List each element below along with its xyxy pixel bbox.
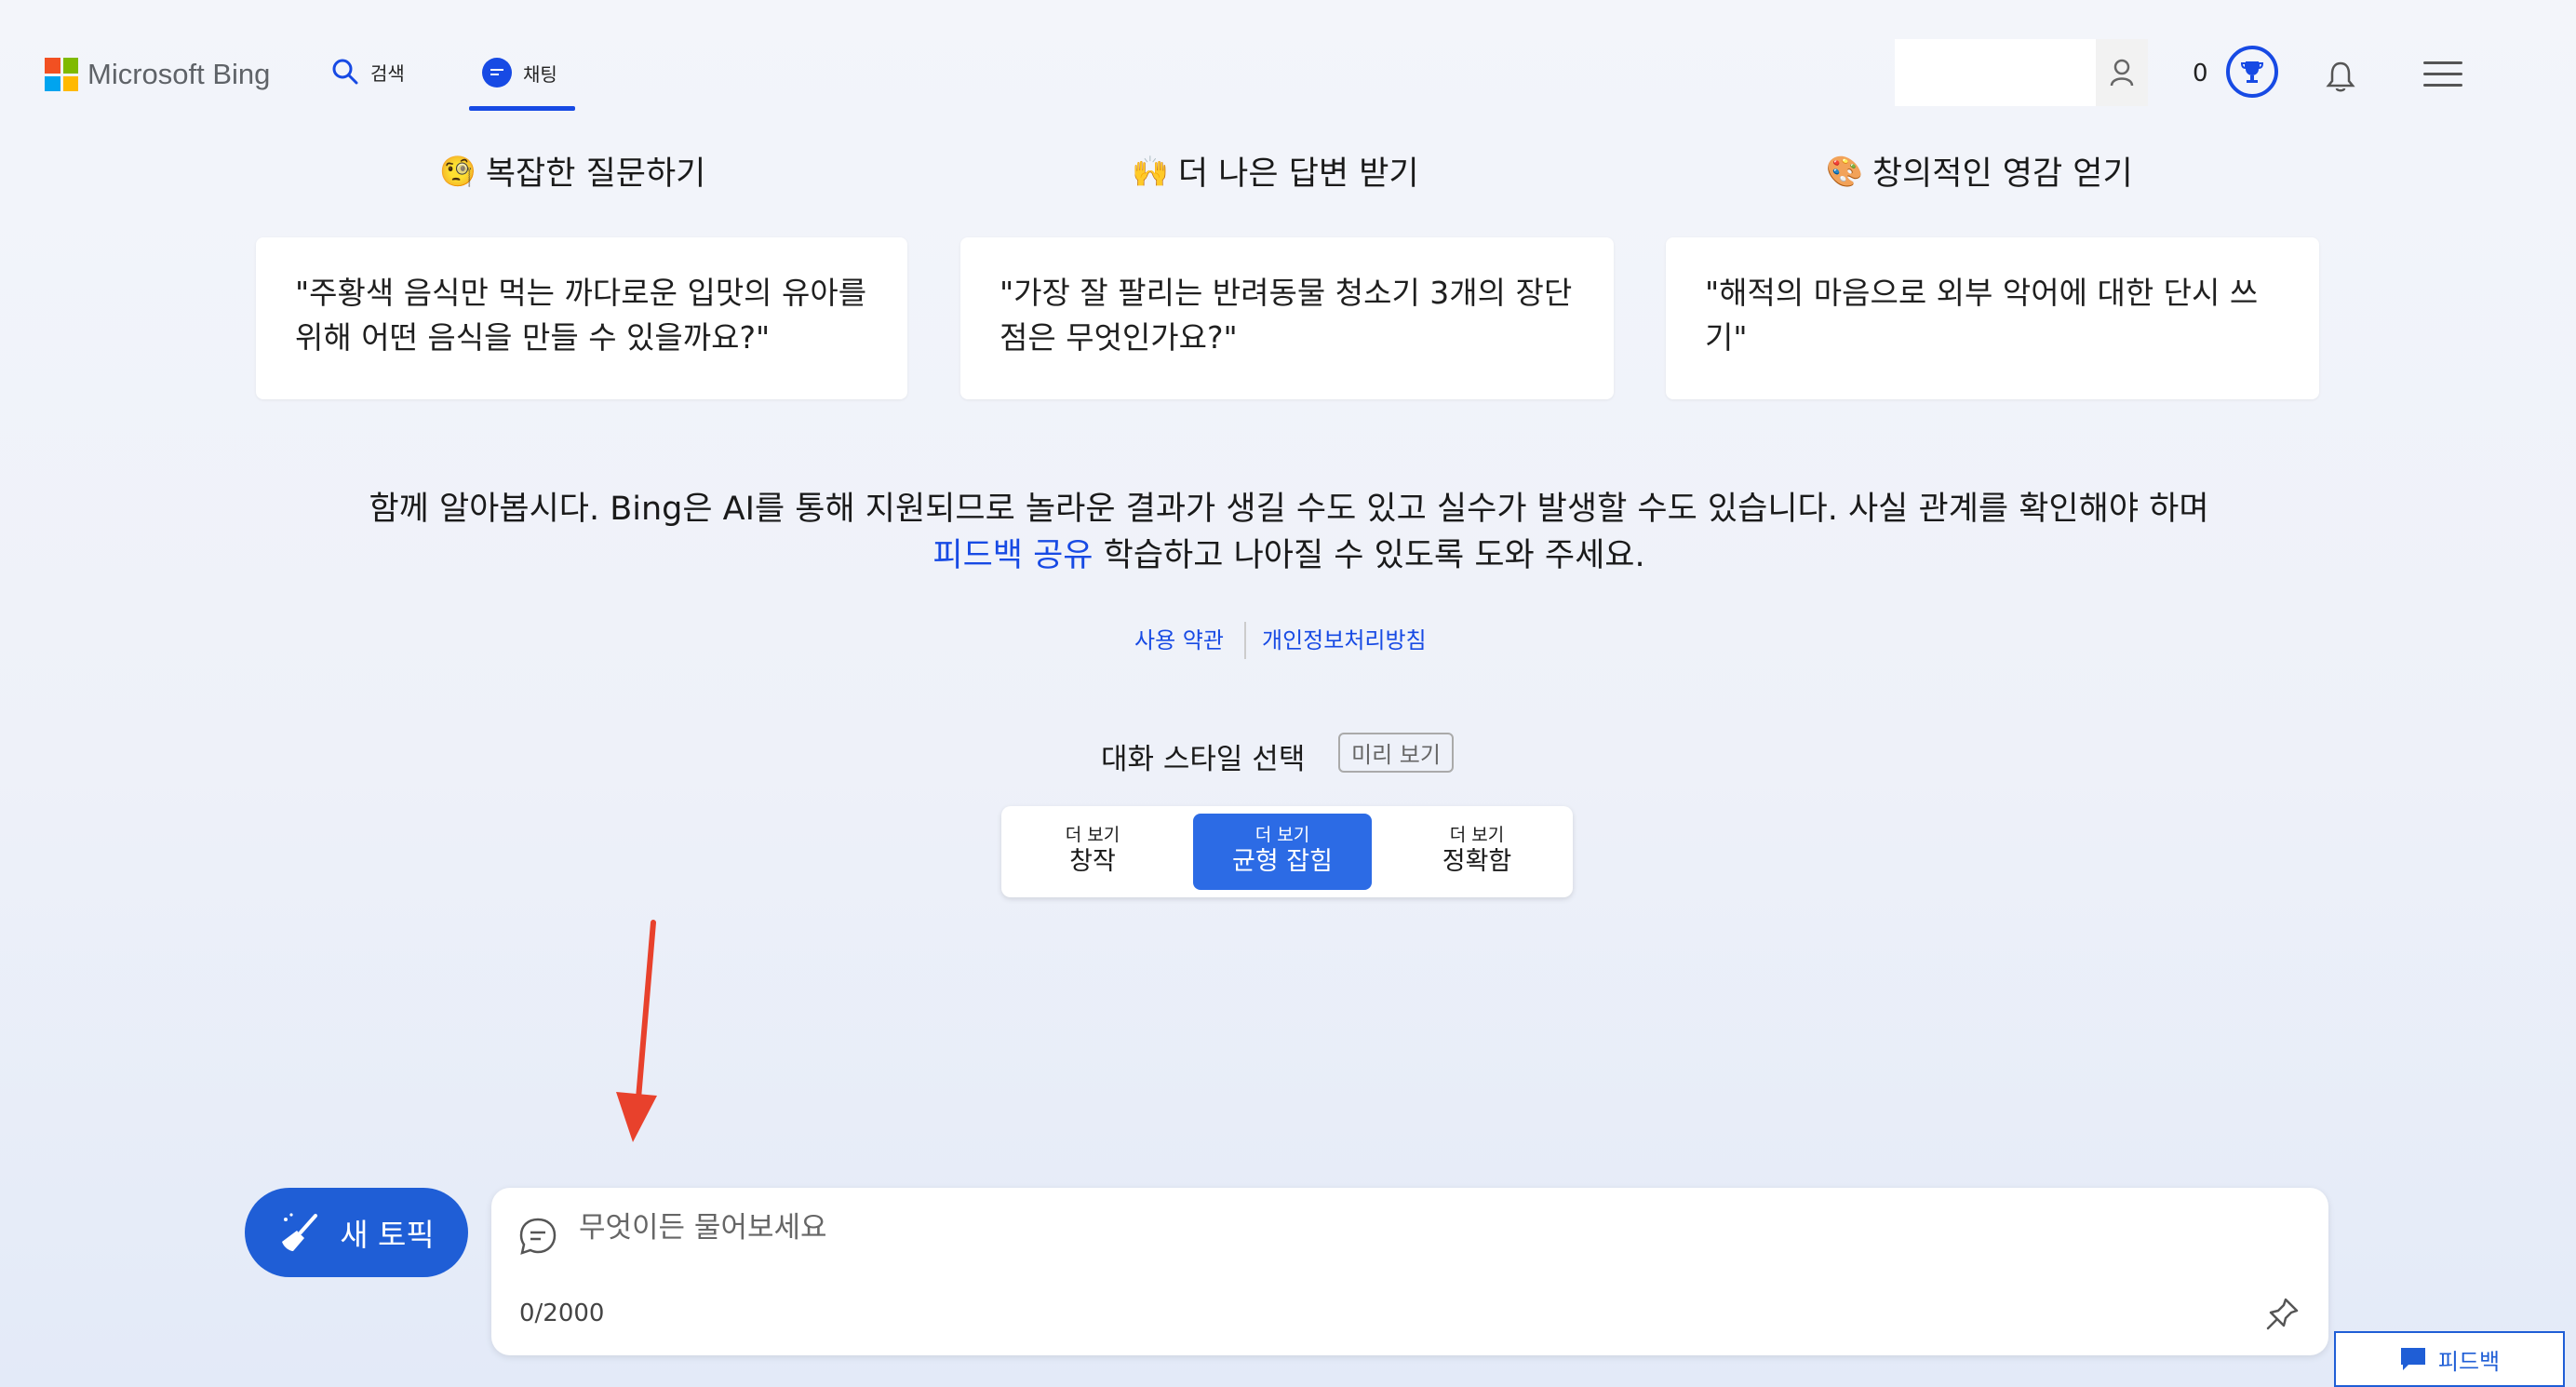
example-heading-3: 🎨 창의적인 영감 얻기 [1826, 147, 2133, 195]
example-prompt-1: "주황색 음식만 먹는 까다로운 입맛의 유아를 위해 어떤 음식을 만들 수 … [295, 275, 867, 356]
example-prompt-card-1[interactable]: "주황색 음식만 먹는 까다로운 입맛의 유아를 위해 어떤 음식을 만들 수 … [256, 237, 907, 399]
style-option-creative-label: 창작 [1069, 847, 1116, 876]
notifications-button[interactable] [2325, 60, 2356, 97]
example-heading-3-label: 창의적인 영감 얻기 [1872, 155, 2133, 193]
new-topic-label: 새 토픽 [340, 1217, 435, 1253]
style-option-creative-more: 더 보기 [1065, 825, 1120, 845]
style-option-balanced-label: 균형 잡힘 [1232, 847, 1333, 876]
bing-logo[interactable]: Microsoft Bing [45, 58, 270, 91]
raised-hands-icon: 🙌 [1132, 153, 1169, 189]
legal-divider [1244, 622, 1246, 659]
example-prompt-3: "해적의 마음으로 외부 악어에 대한 단시 쓰기" [1705, 275, 2259, 356]
character-counter: 0/2000 [519, 1299, 605, 1327]
style-option-balanced-more: 더 보기 [1254, 825, 1310, 845]
example-heading-2: 🙌 더 나은 답변 받기 [1132, 147, 1419, 195]
pin-icon [2266, 1298, 2299, 1330]
chat-bubble-icon [482, 58, 512, 88]
rewards-button[interactable] [2226, 46, 2278, 98]
nav-search-label: 검색 [370, 61, 405, 85]
example-prompt-2: "가장 잘 팔리는 반려동물 청소기 3개의 장단점은 무엇인가요?" [1000, 275, 1573, 356]
pin-button[interactable] [2263, 1296, 2301, 1337]
menu-button[interactable] [2423, 61, 2462, 95]
disclaimer-text-end: 학습하고 나아질 수 있도록 도와 주세요. [1093, 537, 1645, 574]
style-option-balanced[interactable]: 더 보기 균형 잡힘 [1193, 814, 1372, 890]
profile-button[interactable] [2096, 39, 2148, 106]
feedback-icon [2400, 1348, 2425, 1370]
example-heading-2-label: 더 나은 답변 받기 [1177, 155, 1419, 193]
style-option-precise-label: 정확함 [1442, 847, 1512, 876]
style-option-creative[interactable]: 더 보기 창작 [1009, 814, 1176, 890]
feedback-label: 피드백 [2437, 1348, 2501, 1375]
broom-icon [282, 1213, 318, 1251]
chat-bubble-outline-icon [517, 1216, 558, 1260]
example-prompt-card-3[interactable]: "해적의 마음으로 외부 악어에 대한 단시 쓰기" [1666, 237, 2319, 399]
disclaimer: 함께 알아봅시다. Bing은 AI를 통해 지원되므로 놀라운 결과가 생길 … [354, 486, 2224, 579]
terms-link[interactable]: 사용 약관 [1134, 622, 1224, 654]
bell-icon [2326, 61, 2355, 92]
logo-text: Microsoft Bing [87, 58, 271, 90]
search-icon [332, 59, 358, 85]
conversation-style-label: 대화 스타일 선택 [1101, 743, 1306, 776]
example-heading-1: 🧐 복잡한 질문하기 [439, 147, 705, 195]
nav-search[interactable]: 검색 [331, 58, 405, 86]
new-topic-button[interactable]: 새 토픽 [245, 1188, 468, 1277]
profile-name-area[interactable] [1895, 39, 2096, 106]
style-option-precise-more: 더 보기 [1449, 825, 1505, 845]
nav-active-underline [469, 106, 575, 111]
nav-chat[interactable]: 채팅 [482, 58, 557, 88]
nav-chat-label: 채팅 [523, 62, 557, 86]
chat-input[interactable] [577, 1210, 2256, 1246]
example-heading-1-label: 복잡한 질문하기 [485, 155, 706, 193]
user-icon [2110, 59, 2134, 87]
thinking-face-icon: 🧐 [439, 153, 476, 189]
conversation-style-selector: 더 보기 창작 더 보기 균형 잡힘 더 보기 정확함 [1001, 806, 1573, 897]
microsoft-logo-icon [45, 58, 78, 91]
style-option-precise[interactable]: 더 보기 정확함 [1389, 814, 1565, 890]
trophy-icon [2240, 61, 2264, 83]
hamburger-icon [2423, 61, 2462, 87]
share-feedback-link[interactable]: 피드백 공유 [932, 537, 1093, 574]
example-prompt-card-2[interactable]: "가장 잘 팔리는 반려동물 청소기 3개의 장단점은 무엇인가요?" [960, 237, 1614, 399]
disclaimer-text-start: 함께 알아봅시다. Bing은 AI를 통해 지원되므로 놀라운 결과가 생길 … [369, 491, 2209, 528]
annotation-arrow [616, 920, 657, 1142]
privacy-link[interactable]: 개인정보처리방침 [1262, 622, 1427, 654]
reward-count: 0 [2193, 60, 2208, 88]
feedback-button[interactable]: 피드백 [2334, 1331, 2565, 1387]
palette-icon: 🎨 [1826, 153, 1863, 189]
preview-badge: 미리 보기 [1338, 733, 1454, 773]
